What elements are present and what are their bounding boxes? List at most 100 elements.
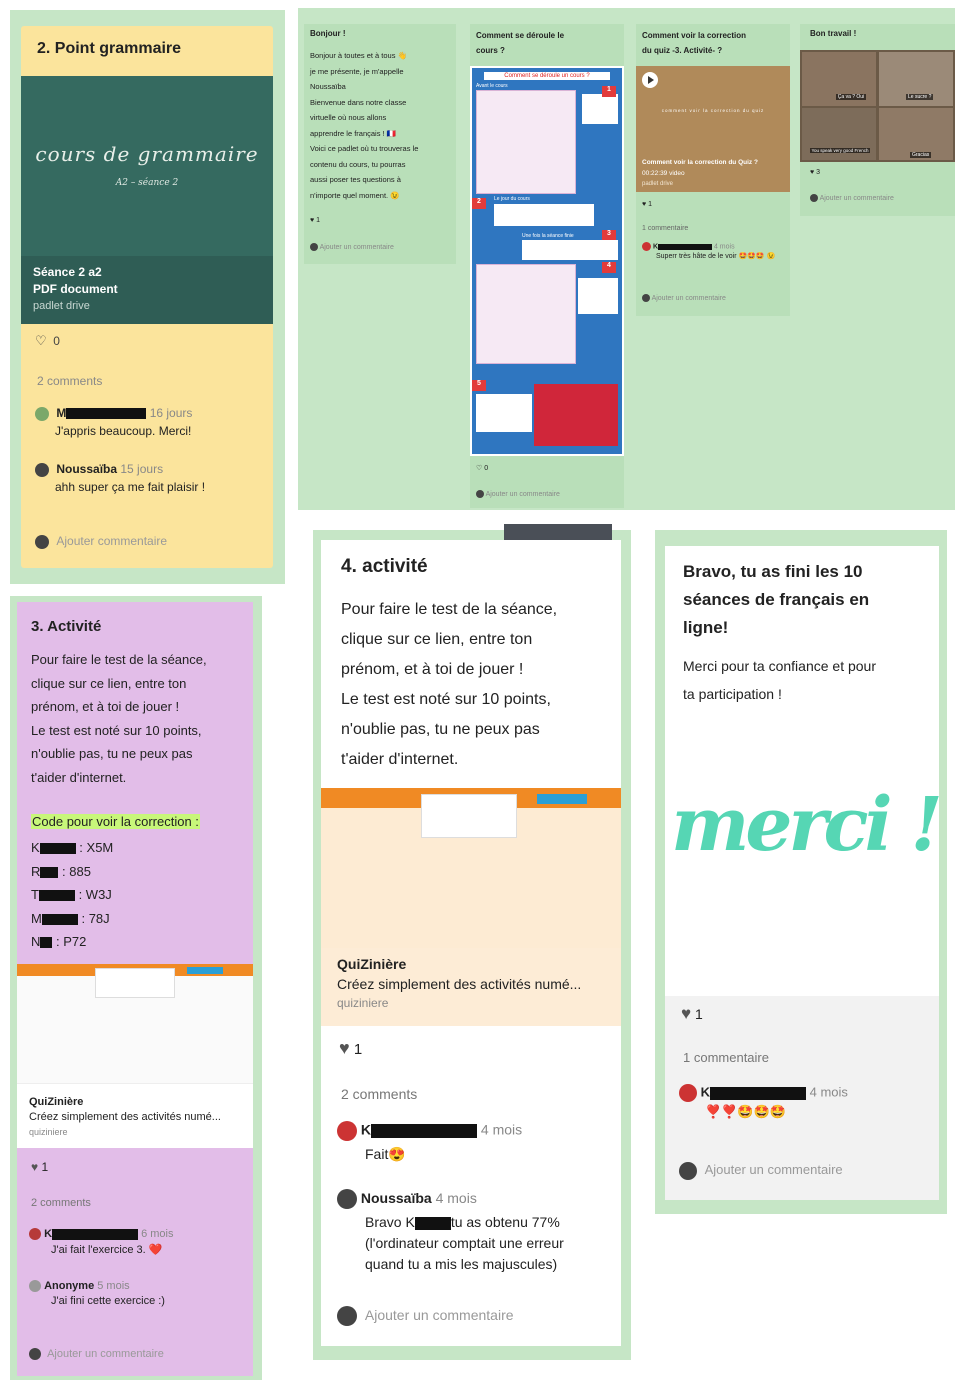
heart-icon: ♥ <box>810 169 815 176</box>
comment-time: 16 jours <box>149 406 193 420</box>
post-card-grammar[interactable]: 2. Point grammaire cours de grammaire A2… <box>21 26 273 568</box>
video-source: padlet drive <box>642 181 674 187</box>
add-comment-button[interactable]: Ajouter un commentaire <box>337 1306 514 1326</box>
redaction-bar <box>371 1124 478 1138</box>
note-thumb <box>582 94 618 124</box>
note-thumb <box>494 204 594 226</box>
post-card-activity4[interactable]: 4. activité Pour faire le test de la séa… <box>321 540 621 1346</box>
avatar-icon <box>310 243 318 252</box>
attachment-pdf[interactable]: cours de grammaire A2 – séance 2 Séance … <box>21 76 273 324</box>
link-title: QuiZinière <box>337 956 407 972</box>
like-button[interactable]: ♡ 0 <box>476 464 488 474</box>
add-comment-button[interactable]: Ajouter un commentaire <box>642 294 726 304</box>
play-icon[interactable] <box>642 72 658 88</box>
add-comment-button[interactable]: Ajouter un commentaire <box>476 490 560 500</box>
post-title: Bonjour ! <box>310 29 346 38</box>
like-button[interactable]: ♥ 1 <box>642 200 652 210</box>
comment-text: ahh super ça me fait plaisir ! <box>55 479 206 494</box>
redaction-bar <box>658 243 713 250</box>
code-item: R : 885 <box>31 863 91 879</box>
add-comment-label: Ajouter un commentaire <box>819 195 894 202</box>
avatar-icon <box>337 1121 357 1141</box>
link-preview-quiziniere[interactable]: QuiZinière Créez simplement des activité… <box>17 964 253 1148</box>
avatar-icon <box>29 1228 41 1241</box>
like-button[interactable]: ♥ 1 <box>310 216 320 226</box>
avatar-icon <box>642 294 650 303</box>
step-badge: 5 <box>472 380 486 391</box>
post-card-activity3[interactable]: 3. Activité Pour faire le test de la séa… <box>17 602 253 1376</box>
comment-item: K 4 mois Superr très hâte de le voir 🤩🤩🤩… <box>642 242 788 263</box>
comment-time: 4 mois <box>435 1190 477 1206</box>
redaction-bar <box>66 408 147 420</box>
video-attachment[interactable]: comment voir la correction du quiz Comme… <box>636 66 790 192</box>
step-badge: 4 <box>602 262 616 273</box>
add-comment-button[interactable]: Ajouter un commentaire <box>310 243 394 253</box>
link-source: quiziniere <box>29 1127 68 1137</box>
comment-item: Noussaïba 15 jours ahh super ça me fait … <box>35 462 265 494</box>
comment-count: 2 comments <box>31 1197 91 1209</box>
like-button[interactable]: ♥ 3 <box>810 168 820 178</box>
comment-text: Superr très hâte de le voir 🤩🤩🤩 😉 <box>656 253 776 261</box>
post-body: Bonjour à toutes et à tous 👋 je me prése… <box>310 51 419 200</box>
comment-time: 4 mois <box>713 243 735 251</box>
meme-caption: Ça va ? Oui <box>836 94 866 100</box>
add-comment-button[interactable]: Ajouter un commentaire <box>810 194 894 204</box>
link-thumbnail <box>321 788 621 948</box>
post-card-bonjour[interactable]: Bonjour ! Bonjour à toutes et à tous 👋 j… <box>304 24 456 264</box>
link-description: Créez simplement des activités numé... <box>337 976 582 992</box>
avatar-icon <box>29 1280 41 1293</box>
comment-text: J'ai fait l'exercice 3. ❤️ <box>51 1244 163 1257</box>
post-title: Comment se déroule le cours ? <box>476 31 565 55</box>
infographic-image[interactable]: Comment se déroule un cours ? Avant le c… <box>470 66 624 456</box>
like-count: 0 <box>484 465 489 472</box>
post-body: Merci pour ta confiance et pour ta parti… <box>683 658 876 702</box>
avatar-icon <box>679 1162 697 1180</box>
like-button[interactable]: ♥ 1 <box>31 1160 48 1174</box>
like-button[interactable]: ♡ 0 <box>35 333 60 349</box>
meme-caption: Gracias <box>910 152 932 158</box>
like-count: 1 <box>694 1006 703 1022</box>
quiz-popup <box>421 794 517 838</box>
redaction-bar <box>710 1086 807 1100</box>
comment-item: K 4 mois Fait😍 <box>337 1121 619 1163</box>
add-comment-button[interactable]: Ajouter un commentaire <box>679 1162 843 1180</box>
post-card-deroulement[interactable]: Comment se déroule le cours ? Comment se… <box>470 24 624 508</box>
chalkboard-image: cours de grammaire A2 – séance 2 <box>21 76 273 256</box>
infographic-subtitle: Une fois la séance finie <box>522 233 574 239</box>
post-title: 2. Point grammaire <box>37 40 182 57</box>
comment-text: J'ai fini cette exercice :) <box>51 1295 165 1308</box>
screenshot-thumb <box>534 384 618 446</box>
chalk-subtitle: A2 – séance 2 <box>115 178 179 188</box>
video-caption: comment voir la correction du quiz <box>661 108 765 113</box>
post-title: 3. Activité <box>31 618 102 635</box>
screenshot-thumb <box>476 264 576 364</box>
infographic-subtitle: Avant le cours <box>476 83 508 89</box>
post-card-bravo[interactable]: Bravo, tu as fini les 10 séances de fran… <box>665 546 939 1200</box>
comment-text: Bravo Ktu as obtenu 77% (l'ordinateur co… <box>365 1214 564 1273</box>
post-card-bon-travail[interactable]: Bon travail ! Ça va ? Oui Le sucre ? You… <box>800 24 955 216</box>
like-button[interactable]: ♥ 1 <box>681 1004 703 1024</box>
avatar-icon <box>476 490 484 499</box>
like-button[interactable]: ♥ 1 <box>339 1038 362 1059</box>
avatar-icon <box>35 534 49 549</box>
add-comment-button[interactable]: Ajouter commentaire <box>35 534 167 549</box>
comment-time: 4 mois <box>809 1084 848 1100</box>
comment-author: Noussaïba <box>360 1190 432 1206</box>
note-thumb <box>578 278 618 314</box>
video-meta: 00:22:39 video <box>642 170 685 177</box>
comment-count: 2 comments <box>37 374 103 388</box>
code-label: Code pour voir la correction : <box>31 814 200 829</box>
comment-author: M <box>56 406 67 420</box>
add-comment-button[interactable]: Ajouter un commentaire <box>29 1348 164 1361</box>
post-card-video[interactable]: Comment voir la correction du quiz -3. A… <box>636 24 790 316</box>
link-preview-quiziniere[interactable]: QuiZinière Créez simplement des activité… <box>321 788 621 1026</box>
comment-text: ❣️❣️🤩🤩🤩 <box>705 1104 786 1119</box>
attachment-source: padlet drive <box>33 300 90 312</box>
meme-image[interactable]: Ça va ? Oui Le sucre ? You speak very go… <box>800 50 955 162</box>
heart-outline-icon: ♡ <box>476 465 483 472</box>
avatar-icon <box>29 1348 41 1361</box>
like-count: 1 <box>316 217 321 224</box>
step-badge: 2 <box>472 198 486 209</box>
avatar-icon <box>642 242 651 251</box>
post-body: Pour faire le test de la séance, clique … <box>341 601 558 768</box>
